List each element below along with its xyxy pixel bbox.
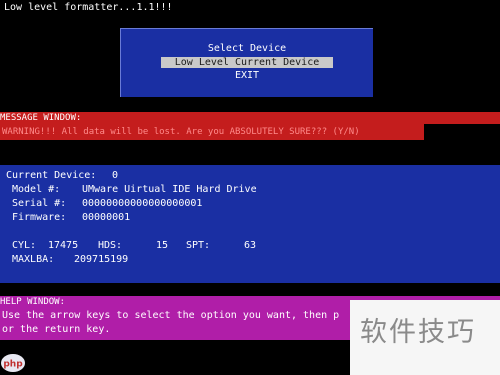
- firmware-value: 00000001: [82, 212, 131, 223]
- spt-value: 63: [244, 240, 257, 251]
- watermark-text: 软件技巧: [360, 317, 476, 348]
- serial-value: 00000000000000000001: [82, 198, 203, 209]
- message-window-title: MESSAGE WINDOW:: [0, 113, 82, 123]
- model-value: UMware Uirtual IDE Hard Drive: [82, 184, 257, 195]
- menu-item-low-level-format[interactable]: Low Level Current Device: [121, 57, 373, 69]
- firmware-label: Firmware:: [12, 212, 67, 223]
- svg-text:php: php: [3, 360, 23, 370]
- menu-item-exit[interactable]: EXIT: [121, 70, 373, 82]
- serial-label: Serial #:: [12, 198, 67, 209]
- message-window-header: MESSAGE WINDOW:: [0, 112, 500, 124]
- maxlba-value: 209715199: [74, 254, 129, 265]
- cyl-label: CYL:: [12, 240, 37, 251]
- menu-title: Select Device: [207, 43, 287, 54]
- app-title: Low level formatter...1.1!!!: [4, 2, 173, 13]
- menu-item-label-selected: Low Level Current Device: [160, 57, 334, 68]
- help-text-line-1: Use the arrow keys to select the option …: [2, 310, 340, 321]
- spt-label: SPT:: [186, 240, 211, 251]
- message-window-bar: WARNING!!! All data will be lost. Are yo…: [0, 124, 424, 140]
- current-device-value: 0: [112, 170, 119, 181]
- hds-label: HDS:: [98, 240, 123, 251]
- hds-value: 15: [156, 240, 169, 251]
- warning-text: WARNING!!! All data will be lost. Are yo…: [2, 127, 360, 137]
- watermark: 软件技巧: [350, 300, 500, 375]
- device-info-panel: Current Device: 0 Model #: UMware Uirtua…: [0, 165, 500, 283]
- help-text-line-2: or the return key.: [2, 324, 111, 335]
- current-device-label: Current Device:: [6, 170, 97, 181]
- cyl-value: 17475: [48, 240, 79, 251]
- maxlba-label: MAXLBA:: [12, 254, 55, 265]
- help-window-title: HELP WINDOW:: [0, 297, 66, 307]
- device-menu: Select Device Low Level Current Device E…: [120, 28, 373, 97]
- php-logo-icon: php: [1, 354, 25, 372]
- model-label: Model #:: [12, 184, 61, 195]
